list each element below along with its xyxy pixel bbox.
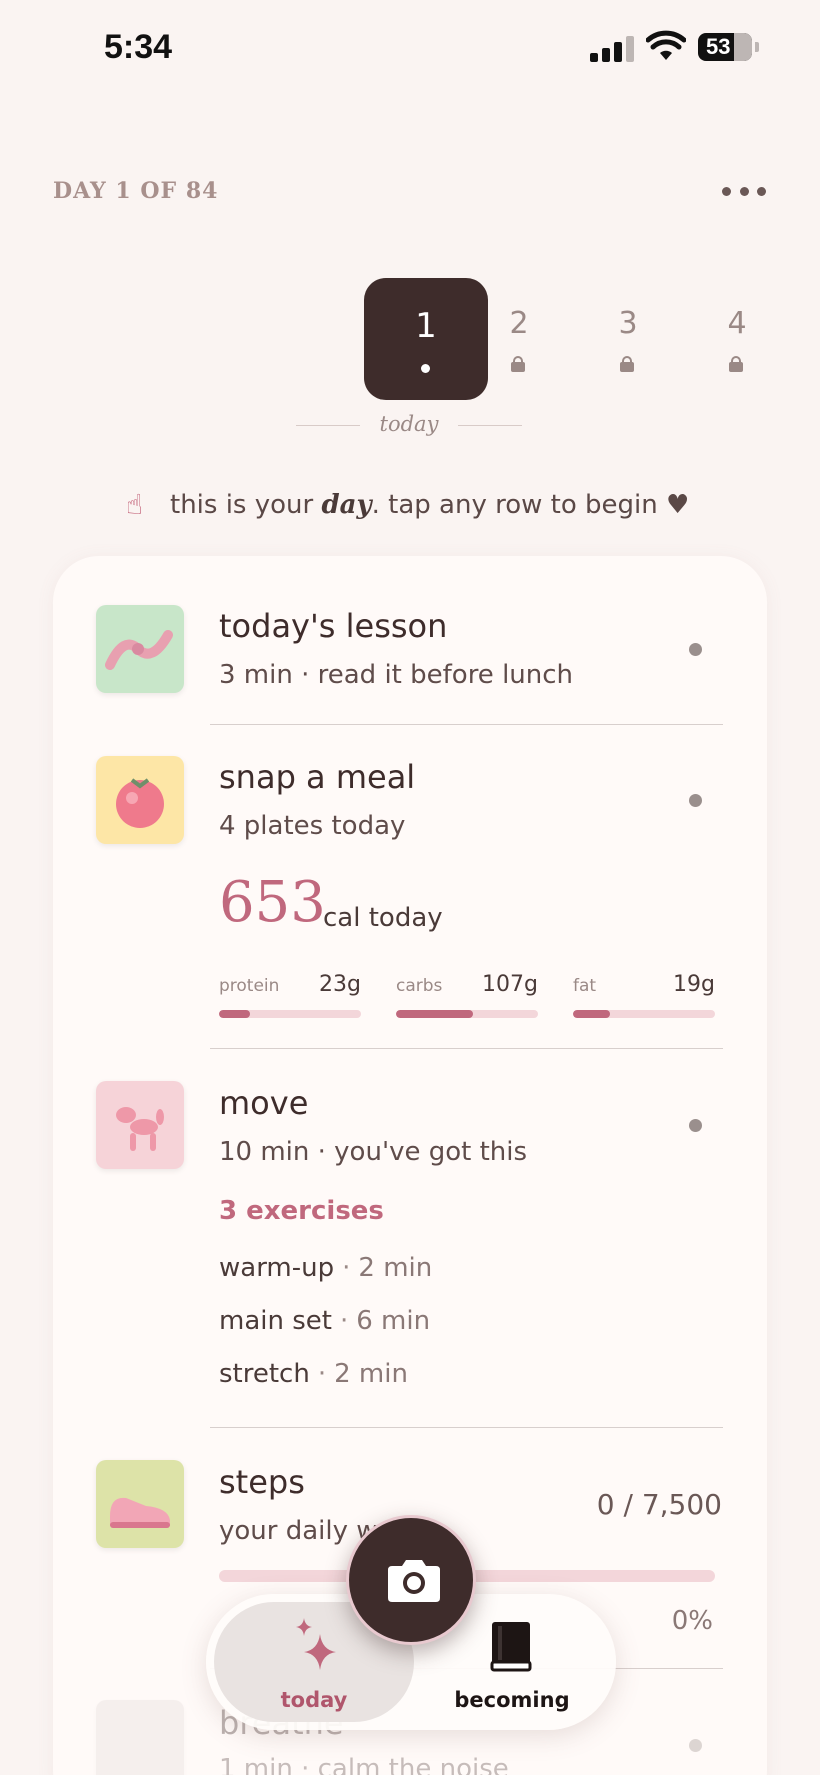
tab-becoming-label: becoming bbox=[454, 1688, 570, 1712]
divider bbox=[210, 724, 723, 725]
lock-icon bbox=[511, 356, 525, 372]
steps-count: 0 / 7,500 bbox=[596, 1488, 722, 1521]
tap-hint: ☝ this is your day. tap any row to begin… bbox=[126, 488, 689, 522]
breathe-icon bbox=[96, 1700, 184, 1775]
battery-nub bbox=[755, 42, 759, 52]
day-number: 3 bbox=[618, 306, 638, 341]
calories-value: 653 bbox=[219, 870, 326, 935]
steps-subtitle: your daily w bbox=[219, 1516, 378, 1546]
macro-label: carbs bbox=[396, 976, 443, 996]
book-icon bbox=[490, 1622, 532, 1672]
status-time: 5:34 bbox=[104, 28, 173, 66]
lesson-subtitle: 3 min · read it before lunch bbox=[219, 660, 574, 690]
divider bbox=[210, 1427, 723, 1428]
tomato-icon bbox=[96, 756, 184, 844]
macro-label: fat bbox=[573, 976, 597, 996]
meal-subtitle: 4 plates today bbox=[219, 811, 406, 841]
balloon-dog-icon bbox=[96, 1081, 184, 1169]
lesson-title: today's lesson bbox=[219, 607, 448, 645]
exercise-count: 3 exercises bbox=[219, 1196, 384, 1226]
day-number: 4 bbox=[727, 306, 747, 341]
dot-icon bbox=[739, 186, 749, 196]
incomplete-dot bbox=[689, 643, 702, 656]
hint-text: this is your day. tap any row to begin ♥ bbox=[170, 490, 690, 520]
day-tile-3[interactable]: 3 bbox=[566, 278, 690, 400]
exercise-item: stretch · 2 min bbox=[219, 1359, 408, 1389]
shoe-icon bbox=[96, 1460, 184, 1548]
calories-unit: cal today bbox=[323, 903, 443, 933]
lock-icon bbox=[620, 356, 634, 372]
macro-progress-bar bbox=[396, 1010, 538, 1018]
current-day-dot bbox=[421, 364, 430, 373]
wifi-icon bbox=[646, 30, 686, 60]
pointing-hand-icon: ☝ bbox=[126, 488, 144, 521]
dot-icon bbox=[722, 186, 731, 196]
exercise-item: warm-up · 2 min bbox=[219, 1253, 433, 1283]
steps-title: steps bbox=[219, 1463, 305, 1501]
more-options-button[interactable] bbox=[722, 176, 766, 206]
day-number: 2 bbox=[509, 306, 529, 341]
battery-level: 53 bbox=[706, 34, 731, 59]
camera-button[interactable] bbox=[346, 1515, 476, 1645]
breathe-subtitle: 1 min · calm the noise bbox=[219, 1754, 509, 1775]
today-caption: today bbox=[296, 412, 522, 436]
day-progress-label: DAY 1 OF 84 bbox=[53, 178, 219, 204]
macro-progress-bar bbox=[219, 1010, 361, 1018]
day-tile-4[interactable]: 4 bbox=[675, 278, 799, 400]
incomplete-dot bbox=[689, 1119, 702, 1132]
macro-progress-bar bbox=[573, 1010, 715, 1018]
meal-title: snap a meal bbox=[219, 758, 416, 796]
steps-percent: 0% bbox=[671, 1606, 713, 1636]
cellular-signal-icon bbox=[590, 36, 634, 62]
battery-icon: 53 bbox=[698, 33, 752, 61]
tab-today-label: today bbox=[280, 1688, 348, 1712]
incomplete-dot bbox=[689, 1739, 702, 1752]
exercise-item: main set · 6 min bbox=[219, 1306, 431, 1336]
lock-icon bbox=[729, 356, 743, 372]
macro-value: 19g bbox=[673, 972, 715, 997]
status-bar: 5:34 53 bbox=[0, 0, 820, 100]
divider bbox=[210, 1048, 723, 1049]
incomplete-dot bbox=[689, 794, 702, 807]
macro-label: protein bbox=[219, 976, 280, 996]
dot-icon bbox=[757, 186, 766, 196]
bow-icon bbox=[96, 605, 184, 693]
camera-icon bbox=[388, 1560, 440, 1602]
sparkle-icon bbox=[296, 1618, 336, 1670]
move-subtitle: 10 min · you've got this bbox=[219, 1137, 528, 1167]
day-tile-2[interactable]: 2 bbox=[457, 278, 581, 400]
macro-value: 23g bbox=[319, 972, 361, 997]
move-title: move bbox=[219, 1084, 309, 1122]
macro-value: 107g bbox=[482, 972, 538, 997]
